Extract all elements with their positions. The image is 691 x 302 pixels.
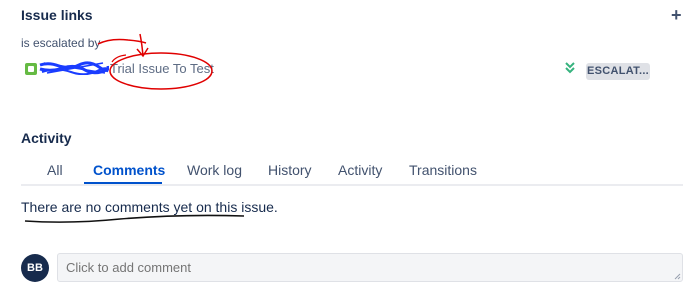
issue-links-heading: Issue links — [21, 7, 93, 23]
annotation-arrow-head — [136, 47, 149, 58]
activity-heading: Activity — [21, 130, 72, 146]
resize-handle-icon[interactable] — [674, 273, 681, 280]
tab-activity[interactable]: Activity — [338, 162, 382, 178]
avatar[interactable]: BB — [21, 254, 49, 282]
annotation-arrow-curve — [97, 38, 147, 45]
no-comments-message: There are no comments yet on this issue. — [21, 199, 278, 215]
tab-transitions[interactable]: Transitions — [409, 162, 477, 178]
tab-comments[interactable]: Comments — [93, 162, 165, 178]
active-tab-indicator — [84, 182, 162, 184]
add-comment-input[interactable] — [57, 253, 683, 282]
story-icon — [25, 63, 37, 75]
lowest-priority-icon — [565, 62, 575, 74]
linked-issue-summary[interactable]: Trial Issue To Test — [110, 61, 214, 76]
activity-tabs: All Comments Work log History Activity T… — [21, 156, 683, 186]
linked-issue-row[interactable]: Trial Issue To Test ESCALAT... — [21, 58, 661, 84]
redacted-issue-key[interactable] — [39, 61, 109, 75]
issue-page: Issue links + is escalated by Trial Issu… — [0, 0, 691, 302]
annotation-underline — [24, 214, 245, 223]
status-badge: ESCALAT... — [586, 63, 650, 80]
link-relation-label: is escalated by — [21, 36, 101, 50]
tab-all[interactable]: All — [47, 162, 63, 178]
annotation-arrow-shaft — [139, 33, 144, 57]
tab-work-log[interactable]: Work log — [187, 162, 242, 178]
tab-history[interactable]: History — [268, 162, 312, 178]
add-issue-link-button[interactable]: + — [671, 6, 682, 24]
